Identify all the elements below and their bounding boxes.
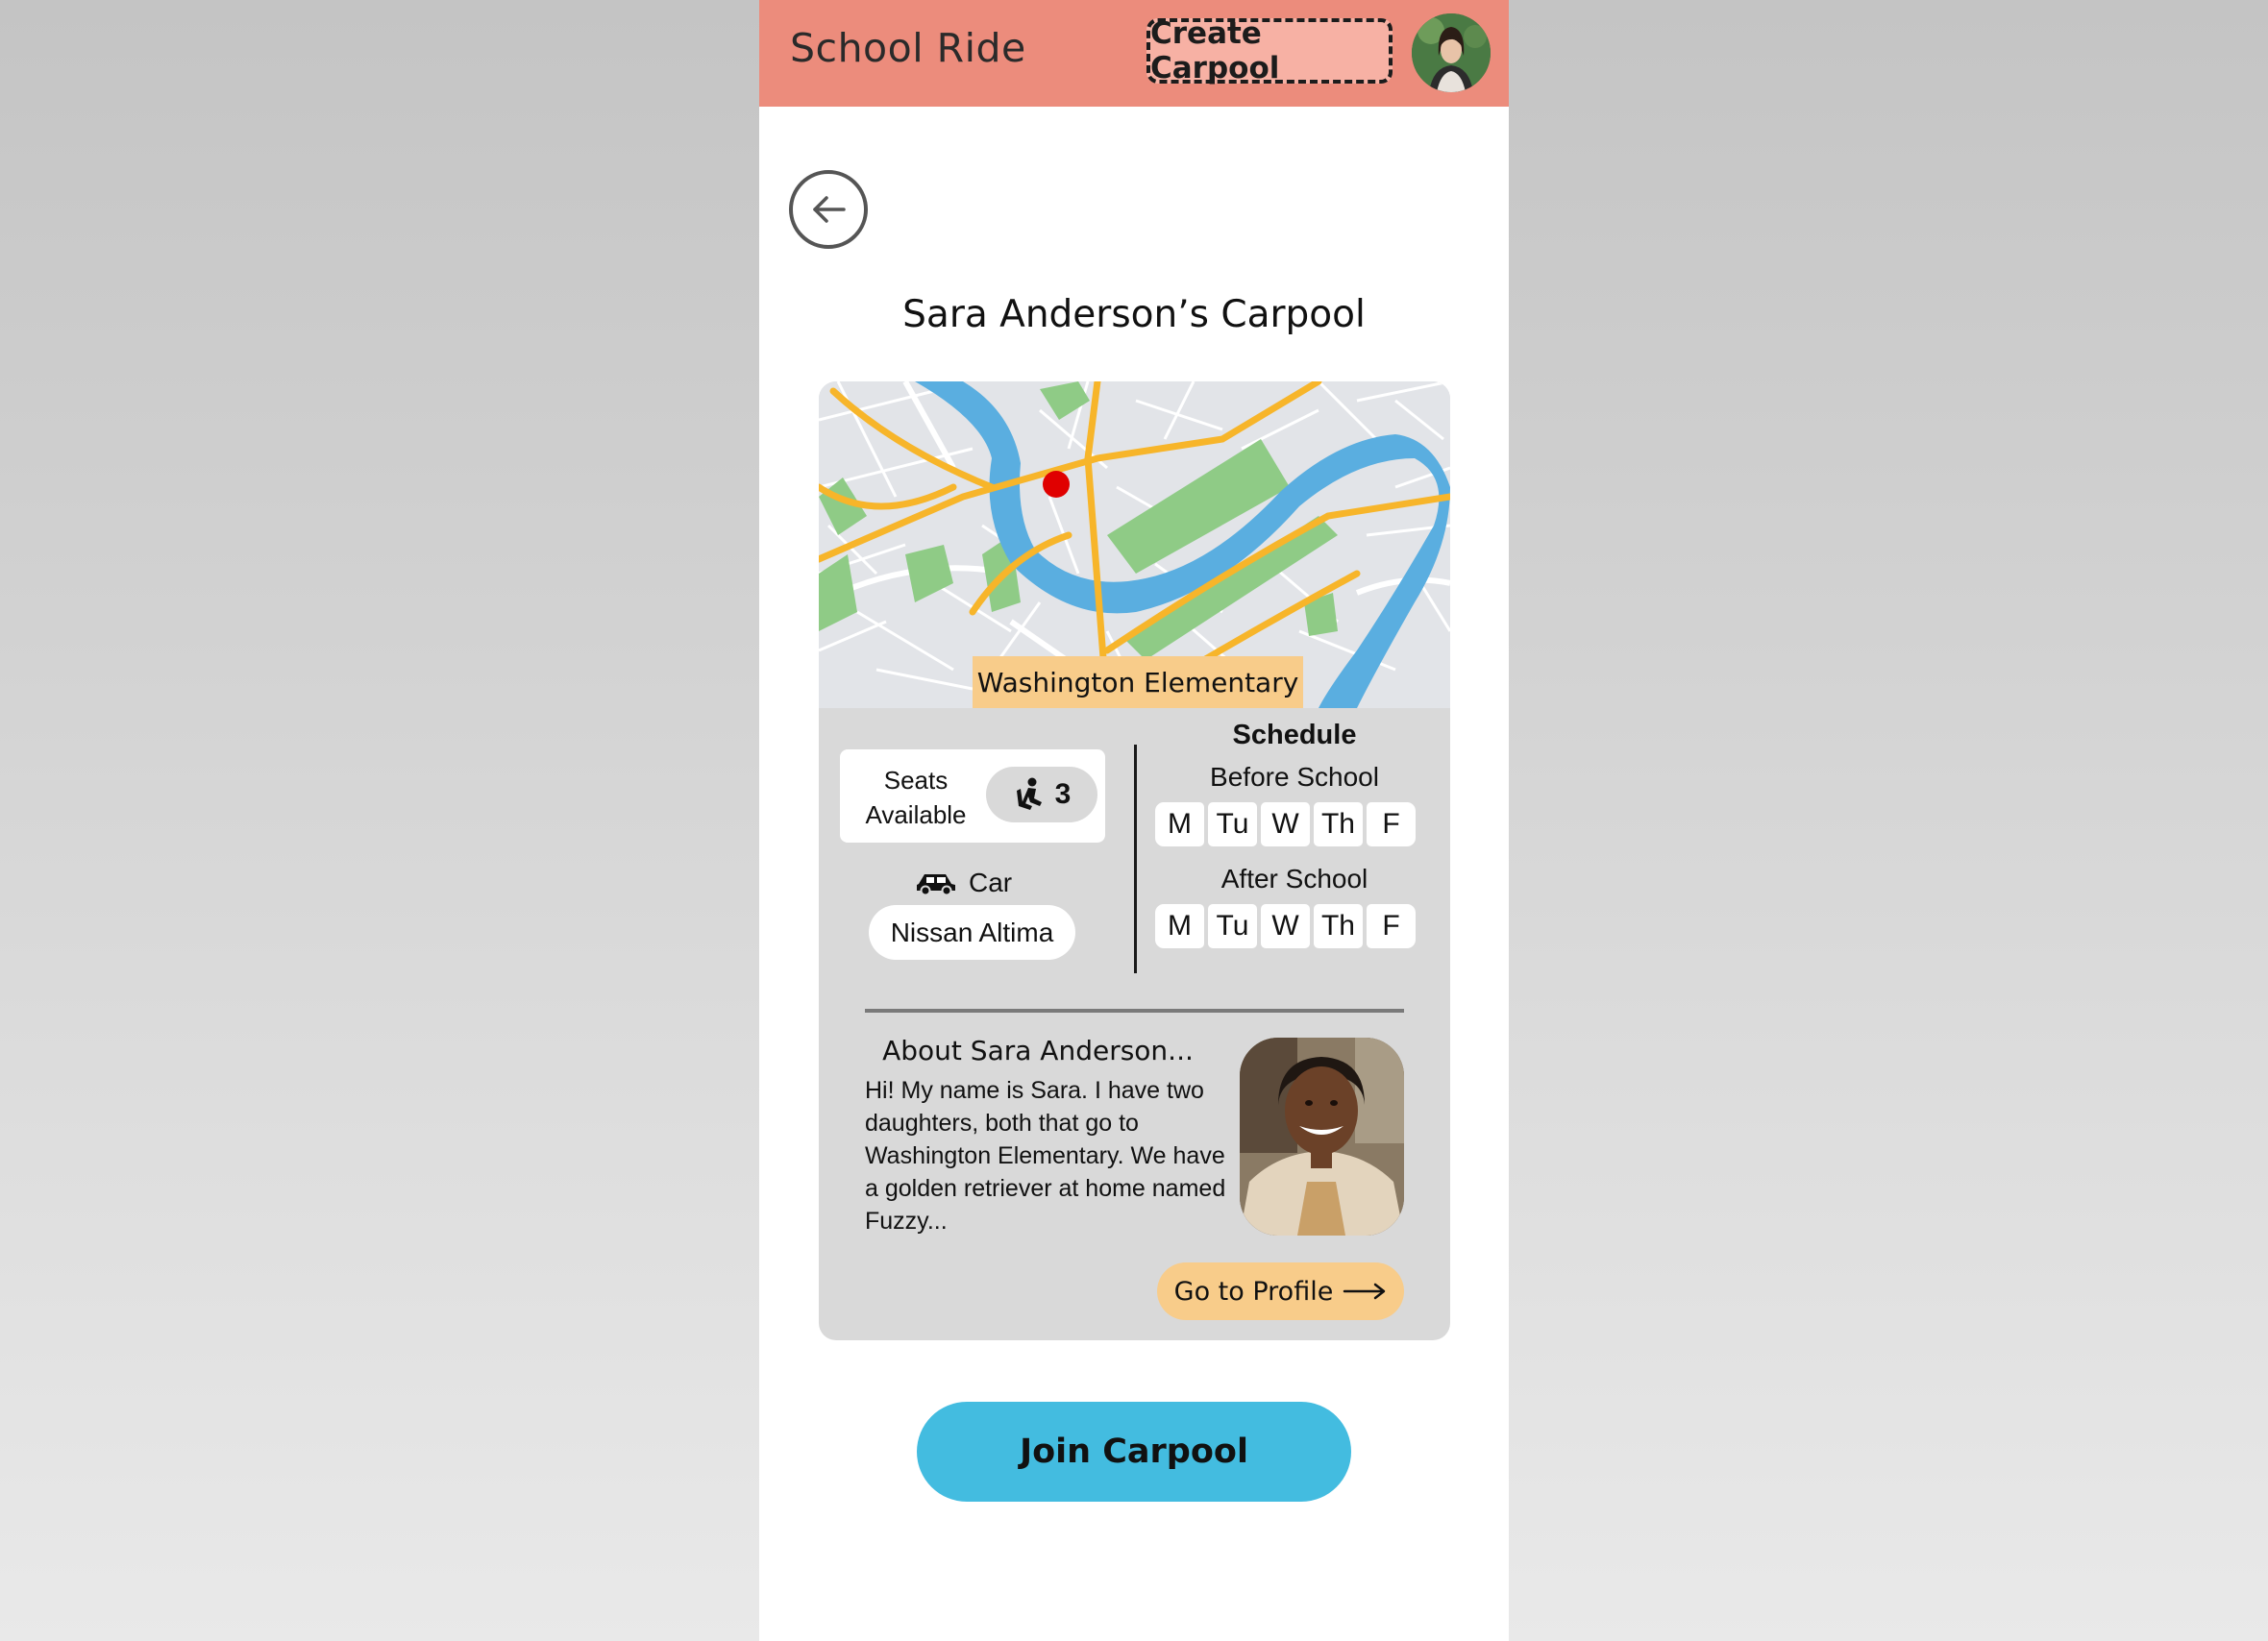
arrow-right-icon — [1344, 1283, 1386, 1300]
car-icon — [917, 874, 955, 895]
car-model: Nissan Altima — [869, 905, 1075, 960]
app-brand[interactable]: School Ride — [790, 25, 1026, 71]
seats-count: 3 — [1054, 778, 1072, 810]
driver-photo — [1240, 1038, 1404, 1236]
after-school-days: M Tu W Th F — [1155, 904, 1416, 948]
seats-label: Seats Available — [865, 766, 967, 829]
back-button[interactable] — [789, 170, 868, 249]
about-text: Hi! My name is Sara. I have two daughter… — [865, 1077, 1226, 1235]
phone-screen: School Ride Create Carpool Sara Anderson… — [759, 0, 1509, 1641]
route-map[interactable]: Washington Elementary — [819, 381, 1450, 712]
before-day-monday[interactable]: M — [1155, 802, 1204, 846]
before-school-days: M Tu W Th F — [1155, 802, 1416, 846]
destination-label: Washington Elementary — [973, 656, 1303, 708]
top-bar: School Ride Create Carpool — [759, 0, 1509, 107]
go-to-profile-button[interactable]: Go to Profile — [1157, 1262, 1404, 1320]
vertical-divider — [1134, 745, 1137, 973]
map-pin-icon — [1043, 471, 1070, 498]
before-day-friday[interactable]: F — [1367, 802, 1416, 846]
after-day-wednesday[interactable]: W — [1261, 904, 1310, 948]
join-carpool-button[interactable]: Join Carpool — [917, 1402, 1351, 1502]
horizontal-divider — [865, 1009, 1404, 1013]
schedule-title: Schedule — [1232, 720, 1357, 750]
car-label: Car — [969, 868, 1013, 897]
before-day-wednesday[interactable]: W — [1261, 802, 1310, 846]
user-avatar[interactable] — [1412, 13, 1491, 92]
after-day-friday[interactable]: F — [1367, 904, 1416, 948]
page-title: Sara Anderson’s Carpool — [902, 293, 1366, 336]
seats-available-box: Seats Available 3 — [840, 749, 1105, 843]
create-carpool-button[interactable]: Create Carpool — [1146, 16, 1393, 86]
carpool-card: Washington Elementary Seats Available 3 — [819, 381, 1450, 1340]
after-day-tuesday[interactable]: Tu — [1208, 904, 1257, 948]
seats-count-pill: 3 — [986, 767, 1097, 822]
car-row: Car — [915, 864, 1012, 902]
car-seat-icon — [1016, 777, 1042, 810]
after-day-monday[interactable]: M — [1155, 904, 1204, 948]
after-day-thursday[interactable]: Th — [1314, 904, 1363, 948]
arrow-left-icon — [813, 196, 846, 223]
before-school-label: Before School — [1210, 762, 1379, 792]
before-day-thursday[interactable]: Th — [1314, 802, 1363, 846]
about-title: About Sara Anderson... — [882, 1035, 1194, 1066]
after-school-label: After School — [1220, 864, 1368, 894]
before-day-tuesday[interactable]: Tu — [1208, 802, 1257, 846]
